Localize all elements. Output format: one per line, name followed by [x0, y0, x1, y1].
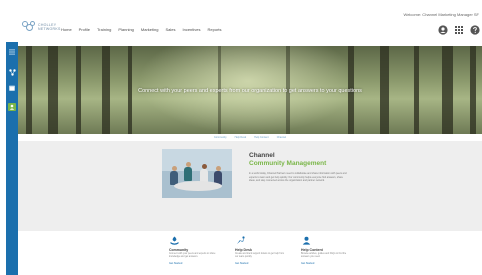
- nav-training[interactable]: Training: [97, 27, 111, 32]
- menu-icon[interactable]: [8, 48, 16, 56]
- card-community: Community Connect with your peers and ex…: [169, 235, 221, 265]
- logo-text-bottom: NETWORKS: [38, 27, 61, 31]
- nav-reports[interactable]: Reports: [208, 27, 222, 32]
- get-started-link[interactable]: Get Started: [169, 262, 221, 265]
- community-intro-section: Channel Community Management In a world …: [18, 141, 482, 231]
- card-title: Help Content: [301, 248, 323, 252]
- welcome-text: Welcome: Channel Marketing Manager SF: [403, 12, 479, 17]
- section-title-line1: Channel: [249, 152, 275, 159]
- nav-sales[interactable]: Sales: [165, 27, 175, 32]
- card-title: Community: [169, 248, 189, 252]
- community-icon: [169, 235, 179, 245]
- card-description: Connect with your peers and experts to s…: [169, 253, 216, 259]
- subtab-community[interactable]: Community: [214, 136, 227, 139]
- section-links: Community Help Desk Help Content Channel: [18, 136, 482, 139]
- nav-incentives[interactable]: Incentives: [182, 27, 200, 32]
- help-desk-icon: [235, 235, 245, 245]
- subtab-help-content[interactable]: Help Content: [254, 136, 269, 139]
- subtab-help-desk[interactable]: Help Desk: [235, 136, 247, 139]
- grid-icon[interactable]: [453, 24, 464, 35]
- logo-wordmark: CHOLLEY NETWORKS: [38, 23, 61, 31]
- main-content: Connect with your peers and experts from…: [18, 42, 482, 275]
- nav-marketing[interactable]: Marketing: [141, 27, 159, 32]
- card-description: Browse articles, guides and FAQs to find…: [301, 253, 347, 259]
- user-icon[interactable]: [437, 24, 448, 35]
- card-help-content: Help Content Browse articles, guides and…: [301, 235, 353, 265]
- brand-logo[interactable]: CHOLLEY NETWORKS: [22, 21, 61, 33]
- main-nav: Home Profile Training Planning Marketing…: [61, 27, 222, 32]
- logo-mark-icon: [22, 21, 36, 33]
- top-navbar: CHOLLEY NETWORKS Home Profile Training P…: [0, 18, 482, 42]
- header-actions: [437, 24, 480, 35]
- card-title: Help Desk: [235, 248, 252, 252]
- calendar-icon[interactable]: [8, 84, 16, 92]
- nav-planning[interactable]: Planning: [118, 27, 134, 32]
- hero-heading: Connect with your peers and experts from…: [138, 88, 362, 94]
- nodes-icon[interactable]: [8, 68, 16, 76]
- section-title-line2: Community Management: [249, 160, 327, 167]
- get-started-link[interactable]: Get Started: [235, 262, 287, 265]
- person-icon[interactable]: [8, 103, 16, 111]
- help-icon[interactable]: [469, 24, 480, 35]
- subtab-channel[interactable]: Channel: [277, 136, 286, 139]
- left-sidebar: [6, 42, 18, 275]
- get-started-link[interactable]: Get Started: [301, 262, 353, 265]
- nav-home[interactable]: Home: [61, 27, 72, 32]
- hero-banner: Connect with your peers and experts from…: [18, 46, 482, 134]
- help-content-icon: [301, 235, 311, 245]
- section-body-text: In a world today, Channel Partners need …: [249, 172, 347, 182]
- card-description: Create and track support tickets to get …: [235, 253, 285, 259]
- nav-profile[interactable]: Profile: [79, 27, 90, 32]
- meeting-photo: [162, 149, 232, 198]
- card-help-desk: Help Desk Create and track support ticke…: [235, 235, 287, 265]
